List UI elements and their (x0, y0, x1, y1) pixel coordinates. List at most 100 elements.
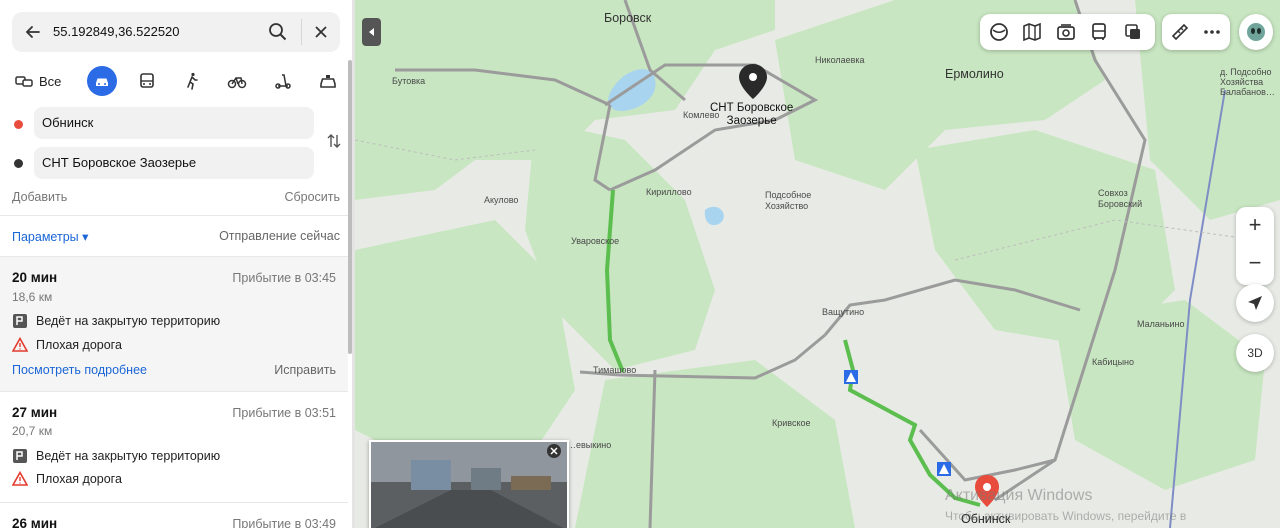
map-label: Бутовка (392, 76, 426, 86)
transit-icon[interactable] (1089, 22, 1109, 42)
panorama-close-icon[interactable] (547, 444, 561, 458)
route-arrival: Прибытие в 03:49 (232, 517, 336, 528)
map-label: Акулово (484, 195, 519, 205)
layers-icon[interactable] (989, 22, 1009, 42)
close-icon[interactable] (312, 23, 330, 41)
zoom-out-button[interactable]: − (1236, 245, 1274, 283)
zoom-in-button[interactable]: + (1236, 207, 1274, 245)
bad-road-warning: Плохая дорога (12, 337, 122, 353)
layers-copy-icon[interactable] (1123, 22, 1143, 42)
closed-territory-icon (13, 314, 27, 328)
destination-label-line2: Заозерье (726, 115, 777, 127)
route-arrival: Прибытие в 03:45 (232, 271, 336, 285)
mode-car[interactable] (87, 66, 117, 96)
crosswalk-icon (937, 462, 951, 476)
search-icon[interactable] (268, 22, 288, 42)
map-label: д. Подсобно (1220, 67, 1272, 77)
route-distance: 18,6 км (12, 290, 53, 304)
reset-button[interactable]: Сбросить (284, 190, 340, 204)
map-tools-toolbar (1162, 14, 1230, 50)
3d-toggle-button[interactable]: 3D (1236, 334, 1274, 372)
mode-bicycle[interactable] (222, 66, 252, 96)
mode-walk[interactable] (177, 66, 207, 96)
closed-area-text: Ведёт на закрытую территорию (36, 314, 221, 328)
destination-label: СНТ Боровское Заозерье (710, 102, 793, 128)
more-icon[interactable] (1202, 22, 1222, 42)
route-duration: 26 мин (12, 516, 58, 528)
map-label: Боровский (1098, 199, 1143, 209)
panorama-icon[interactable] (1056, 22, 1076, 42)
route-option[interactable]: 27 мин Прибытие в 03:51 20,7 км Ведёт на… (0, 392, 348, 502)
fix-button[interactable]: Исправить (274, 363, 336, 377)
collapse-panel-button[interactable] (362, 18, 381, 46)
map-view[interactable]: Боровск Николаевка Ермолино Бутовка Комл… (355, 0, 1280, 528)
map-label: Ермолино (945, 67, 1004, 81)
mode-bus[interactable] (132, 66, 162, 96)
route-duration: 27 мин (12, 405, 58, 420)
warning-triangle-icon (12, 471, 28, 486)
transport-modes: Все (0, 66, 352, 98)
departure-time[interactable]: Отправление сейчас (219, 229, 340, 243)
map-label: Ващутино (822, 307, 865, 317)
map-label: Кабицыно (1092, 357, 1135, 367)
ruler-icon[interactable] (1170, 22, 1190, 42)
my-location-button[interactable] (1236, 284, 1274, 322)
bad-road-warning: Плохая дорога (12, 471, 122, 487)
route-option[interactable]: 26 мин Прибытие в 03:49 (0, 503, 348, 528)
search-box[interactable]: 55.192849,36.522520 (12, 12, 340, 52)
divider (0, 215, 348, 216)
route-duration: 20 мин (12, 270, 58, 285)
map-label: Маланьино (1137, 319, 1185, 329)
map-label: Уваровское (571, 236, 620, 246)
all-transport-icon (15, 76, 33, 87)
bad-road-text: Плохая дорога (36, 472, 122, 486)
origin-field[interactable]: Обнинск (34, 107, 314, 139)
swap-points-icon[interactable] (325, 132, 343, 150)
search-separator (301, 19, 302, 45)
zoom-control: + − (1236, 207, 1274, 285)
closed-area-warning: Ведёт на закрытую территорию (12, 448, 220, 464)
map-label: Подсобное (765, 190, 812, 200)
closed-area-warning: Ведёт на закрытую территорию (12, 313, 220, 329)
destination-pin-icon[interactable] (737, 62, 769, 102)
taxi-icon (320, 75, 336, 88)
details-link[interactable]: Посмотреть подробнее (12, 363, 147, 377)
avatar[interactable] (1239, 14, 1273, 50)
street-panorama-preview[interactable] (369, 440, 569, 528)
add-point-button[interactable]: Добавить (12, 190, 67, 204)
destination-label-line1: СНТ Боровское (710, 102, 794, 114)
map-label: Хозяйства (1220, 77, 1264, 87)
closed-territory-icon (13, 449, 27, 463)
location-arrow-icon (1248, 296, 1262, 310)
car-icon (96, 78, 108, 86)
windows-watermark: Активация Windows (945, 487, 1093, 504)
map-label: Кириллово (646, 187, 692, 197)
params-dropdown[interactable]: Параметры ▾ (12, 229, 88, 244)
map-layers-toolbar (980, 14, 1155, 50)
route-option[interactable]: 20 мин Прибытие в 03:45 18,6 км Ведёт на… (0, 257, 348, 391)
closed-area-text: Ведёт на закрытую территорию (36, 449, 221, 463)
route-arrival: Прибытие в 03:51 (232, 406, 336, 420)
search-query[interactable]: 55.192849,36.522520 (53, 24, 180, 39)
alien-avatar-icon (1247, 23, 1265, 41)
map-label: Боровск (604, 11, 652, 25)
map-label: Совхоз (1098, 188, 1128, 198)
mode-all[interactable]: Все (14, 66, 66, 96)
mode-scooter[interactable] (268, 66, 298, 96)
mode-taxi[interactable] (313, 66, 343, 96)
bad-road-text: Плохая дорога (36, 338, 122, 352)
bicycle-icon (227, 77, 247, 89)
map-label: Хозяйство (765, 201, 809, 211)
mode-all-label: Все (39, 73, 62, 89)
map-book-icon[interactable] (1022, 22, 1042, 42)
windows-watermark-hint: Чтобы активировать Windows, перейдите в (945, 509, 1187, 523)
crosswalk-icon (844, 370, 858, 384)
scooter-icon (275, 74, 291, 89)
back-arrow-icon[interactable] (22, 21, 44, 43)
destination-field[interactable]: СНТ Боровское Заозерье (34, 147, 314, 179)
bus-icon (140, 73, 154, 88)
panorama-image (371, 442, 567, 528)
map-label: …евыкино (567, 440, 612, 450)
map-label: Тимашово (593, 365, 637, 375)
destination-dot (14, 159, 23, 168)
